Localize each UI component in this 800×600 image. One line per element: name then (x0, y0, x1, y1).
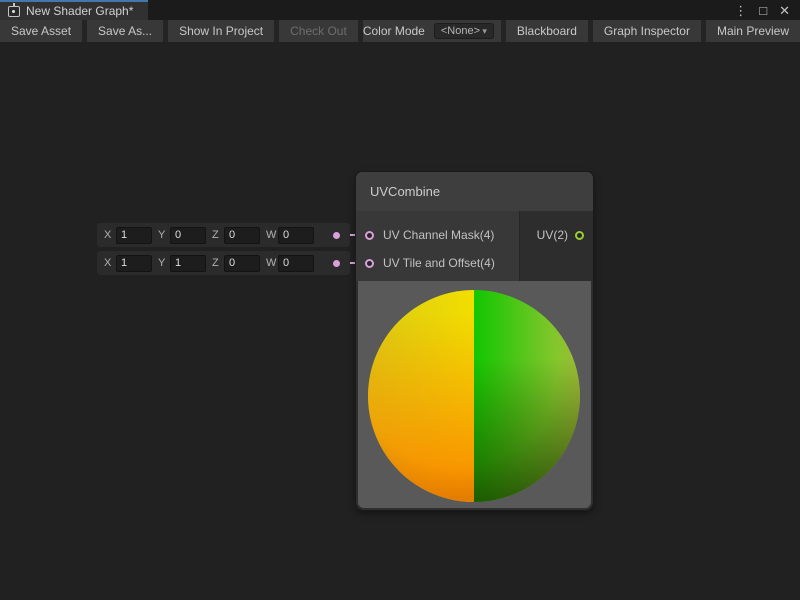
vector-w-label: W (266, 257, 275, 269)
vector4-input-row: X Y Z W (97, 223, 350, 247)
vector-y-group: Y (158, 255, 206, 272)
tab-new-shader-graph[interactable]: New Shader Graph* (0, 0, 148, 20)
input-ports: UV Channel Mask(4) UV Tile and Offset(4) (356, 211, 519, 281)
maximize-icon[interactable]: □ (755, 3, 771, 18)
check-out-button: Check Out (279, 20, 358, 42)
graph-canvas[interactable]: X Y Z W X Y (0, 42, 800, 600)
shader-graph-icon (8, 6, 20, 17)
vector-y-field[interactable] (170, 227, 206, 244)
input-port-row: UV Tile and Offset(4) (356, 249, 519, 277)
save-as-button[interactable]: Save As... (87, 20, 163, 42)
input-port-label: UV Tile and Offset(4) (383, 256, 495, 270)
save-asset-button[interactable]: Save Asset (0, 20, 82, 42)
node-header[interactable]: UVCombine (356, 172, 593, 211)
vector-w-group: W (266, 255, 314, 272)
input-port-uv-tile-offset[interactable] (365, 259, 374, 268)
vector-w-label: W (266, 229, 275, 241)
toolbar: Save Asset Save As... Show In Project Ch… (0, 20, 800, 42)
vector-y-group: Y (158, 227, 206, 244)
input-port-label: UV Channel Mask(4) (383, 228, 494, 242)
vector-z-group: Z (212, 255, 260, 272)
tab-bar: New Shader Graph* ⋮ □ ✕ (0, 0, 800, 20)
shader-graph-window: New Shader Graph* ⋮ □ ✕ Save Asset Save … (0, 0, 800, 600)
vector-x-group: X (104, 227, 152, 244)
vector-x-field[interactable] (116, 227, 152, 244)
node-uvcombine[interactable]: UVCombine UV Channel Mask(4) UV Tile and… (356, 172, 593, 510)
uv-preview-sphere (368, 290, 580, 502)
tab-title: New Shader Graph* (26, 4, 133, 18)
vector-w-field[interactable] (278, 255, 314, 272)
vector-y-label: Y (158, 257, 167, 269)
vector4-connector-port[interactable] (333, 260, 340, 267)
sphere-left-half (368, 290, 474, 502)
color-mode-value: <None> (441, 25, 480, 37)
output-port-uv[interactable] (575, 231, 584, 240)
output-port-label: UV(2) (537, 228, 568, 242)
graph-inspector-button[interactable]: Graph Inspector (593, 20, 701, 42)
input-port-row: UV Channel Mask(4) (356, 221, 519, 249)
window-controls: ⋮ □ ✕ (730, 0, 800, 20)
vector-y-label: Y (158, 229, 167, 241)
vector-z-label: Z (212, 229, 221, 241)
input-port-uv-channel-mask[interactable] (365, 231, 374, 240)
vector-x-group: X (104, 255, 152, 272)
node-title: UVCombine (370, 184, 440, 199)
vector4-input-row: X Y Z W (97, 251, 350, 275)
color-mode-dropdown[interactable]: <None> ▾ (434, 23, 494, 39)
vector-z-group: Z (212, 227, 260, 244)
vector-y-field[interactable] (170, 255, 206, 272)
vector-w-field[interactable] (278, 227, 314, 244)
output-port-row: UV(2) (520, 221, 593, 249)
sphere-right-half (474, 290, 580, 502)
color-mode-group: Color Mode <None> ▾ (363, 20, 501, 42)
vector4-connector-port[interactable] (333, 232, 340, 239)
vector-z-label: Z (212, 257, 221, 269)
blackboard-button[interactable]: Blackboard (506, 20, 588, 42)
node-ports: UV Channel Mask(4) UV Tile and Offset(4)… (356, 211, 593, 281)
show-in-project-button[interactable]: Show In Project (168, 20, 274, 42)
close-icon[interactable]: ✕ (775, 3, 794, 18)
main-preview-button[interactable]: Main Preview (706, 20, 800, 42)
chevron-down-icon: ▾ (482, 26, 487, 37)
vector-x-label: X (104, 229, 113, 241)
output-ports: UV(2) (519, 211, 593, 281)
vector-z-field[interactable] (224, 227, 260, 244)
vector-x-field[interactable] (116, 255, 152, 272)
vector-z-field[interactable] (224, 255, 260, 272)
vector-x-label: X (104, 257, 113, 269)
node-preview (356, 281, 593, 510)
vector-w-group: W (266, 227, 314, 244)
color-mode-label: Color Mode (363, 24, 425, 38)
menu-icon[interactable]: ⋮ (730, 3, 751, 18)
